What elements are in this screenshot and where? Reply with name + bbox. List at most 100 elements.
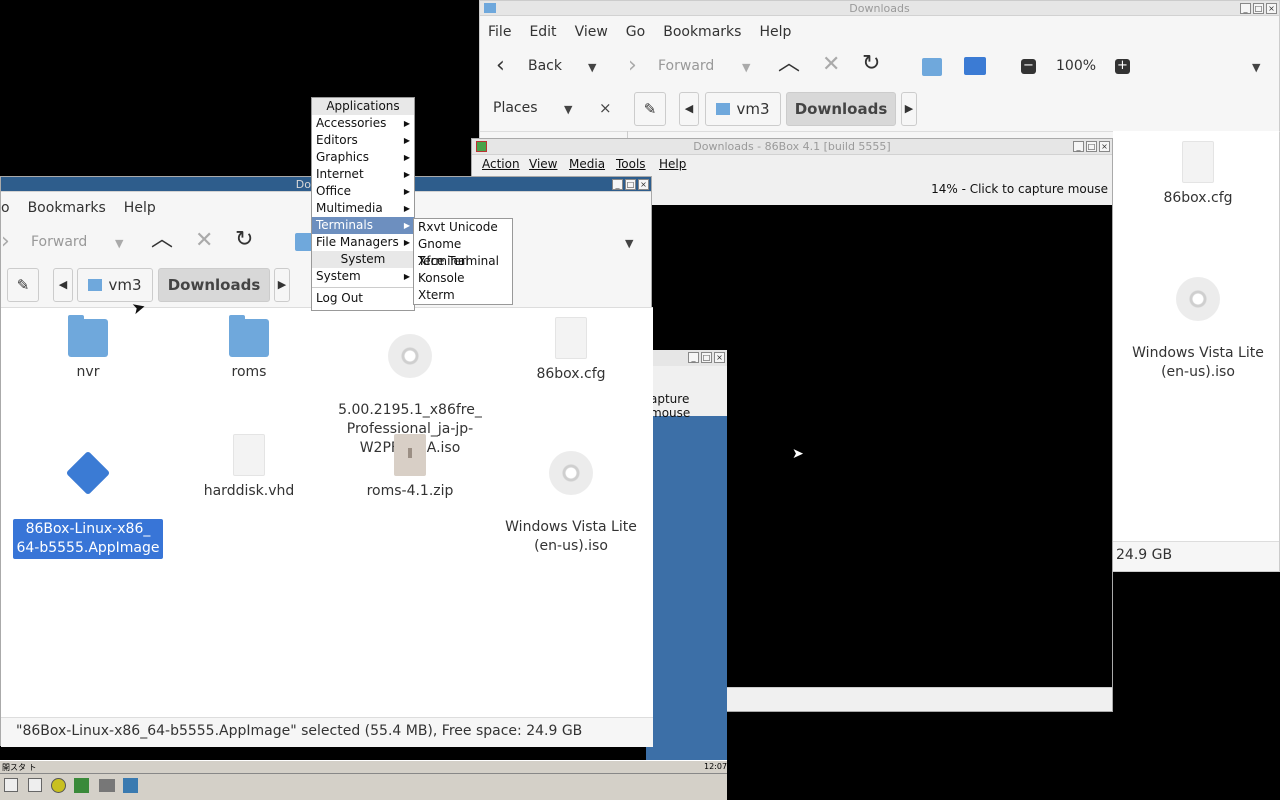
menu-item-editors[interactable]: Editors ▶	[312, 132, 414, 149]
floppy-drive-icon[interactable]	[4, 778, 18, 792]
menu-item-file-managers[interactable]: File Managers ▶	[312, 234, 414, 251]
folder-item[interactable]: roms	[174, 315, 324, 382]
menu-go[interactable]: Go	[626, 24, 645, 40]
file-item[interactable]: 86box.cfg	[1123, 141, 1273, 208]
back-history-dropdown-icon[interactable]: ▼	[588, 61, 596, 74]
zoom-out-icon[interactable]: −	[1021, 59, 1036, 74]
menu-help[interactable]: Help	[659, 157, 686, 171]
menu-item-terminals[interactable]: Terminals ▶	[312, 217, 414, 234]
path-downloads[interactable]: Downloads	[786, 92, 896, 126]
menu-view[interactable]: View	[575, 24, 608, 40]
menu-action[interactable]: Action	[482, 157, 520, 171]
guest-emulator-window[interactable]: _ □ × apture mouse	[646, 350, 727, 800]
back-window-titlebar[interactable]: Downloads _ □ ×	[480, 1, 1279, 16]
menu-item-log-out[interactable]: Log Out	[312, 290, 414, 307]
menu-item-gnome-terminal[interactable]: Gnome Terminal	[414, 236, 512, 268]
close-button[interactable]: ×	[1099, 141, 1110, 152]
forward-arrow-icon[interactable]: ›	[1, 231, 10, 253]
disc-image-icon	[1176, 277, 1220, 321]
file-item[interactable]: roms-4.1.zip	[335, 434, 485, 501]
maximize-button[interactable]: □	[701, 352, 712, 363]
forward-button[interactable]: Forward	[31, 234, 87, 250]
floppy-drive-icon[interactable]	[28, 778, 42, 792]
folder-item[interactable]: nvr	[13, 315, 163, 382]
network-icon[interactable]	[74, 778, 89, 793]
capture-mouse-status: 14% - Click to capture mouse	[931, 182, 1108, 196]
minimize-button[interactable]: _	[688, 352, 699, 363]
menu-edit[interactable]: Edit	[529, 24, 556, 40]
menu-item-internet[interactable]: Internet ▶	[312, 166, 414, 183]
stop-icon[interactable]: ✕	[195, 230, 213, 252]
edit-location-icon[interactable]: ✎	[7, 268, 39, 302]
back-button[interactable]: Back	[528, 58, 562, 74]
maximize-button[interactable]: □	[1086, 141, 1097, 152]
menu-file[interactable]: File	[488, 24, 511, 40]
edit-location-icon[interactable]: ✎	[634, 92, 666, 126]
terminals-submenu[interactable]: Rxvt Unicode Gnome Terminal Xfce Termina…	[413, 218, 513, 305]
menu-item-rxvt-unicode[interactable]: Rxvt Unicode	[414, 219, 512, 236]
minimize-button[interactable]: _	[612, 179, 623, 190]
menu-item-multimedia[interactable]: Multimedia ▶	[312, 200, 414, 217]
menu-item-xfce-terminal[interactable]: Xfce Terminal	[414, 253, 512, 270]
start-button[interactable]: 開スタ ト	[2, 762, 37, 773]
path-right-arrow[interactable]: ▶	[274, 268, 290, 302]
applications-menu-header: Applications	[312, 98, 414, 115]
up-icon[interactable]: ︿	[151, 229, 173, 251]
guest-taskbar: 開スタ ト 12:07	[0, 760, 727, 800]
reload-icon[interactable]: ↻	[235, 229, 253, 251]
back-arrow-icon[interactable]: ‹	[496, 55, 505, 77]
menu-item-accessories[interactable]: Accessories ▶	[312, 115, 414, 132]
path-right-arrow[interactable]: ▶	[901, 92, 917, 126]
forward-history-dropdown-icon[interactable]: ▼	[742, 61, 750, 74]
back-menubar: File Edit View Go Bookmarks Help	[488, 24, 809, 40]
forward-arrow-icon[interactable]: ›	[628, 55, 637, 77]
file-item[interactable]: harddisk.vhd	[174, 434, 324, 501]
reload-icon[interactable]: ↻	[862, 53, 880, 75]
minimize-button[interactable]: _	[1073, 141, 1084, 152]
file-item[interactable]: Windows Vista Lite (en-us).iso	[496, 432, 646, 575]
view-menu-dropdown-icon[interactable]: ▼	[1252, 61, 1260, 74]
menu-help[interactable]: Help	[759, 24, 791, 40]
path-left-arrow[interactable]: ◀	[679, 92, 699, 126]
close-button[interactable]: ×	[714, 352, 725, 363]
sound-icon[interactable]	[123, 778, 138, 793]
86box-titlebar[interactable]: Downloads - 86Box 4.1 [build 5555] _ □ ×	[472, 139, 1112, 155]
menu-item-graphics[interactable]: Graphics ▶	[312, 149, 414, 166]
minimize-button[interactable]: _	[1240, 3, 1251, 14]
places-label[interactable]: Places	[493, 100, 538, 116]
computer-icon[interactable]	[964, 57, 986, 75]
menu-item-office[interactable]: Office ▶	[312, 183, 414, 200]
forward-history-dropdown-icon[interactable]: ▼	[115, 237, 123, 250]
file-item-selected[interactable]: 86Box-Linux-x86_ 64-b5555.AppImage	[13, 433, 163, 559]
view-menu-dropdown-icon[interactable]: ▼	[625, 237, 633, 250]
menu-item-konsole[interactable]: Konsole	[414, 270, 512, 287]
forward-button[interactable]: Forward	[658, 58, 714, 74]
menu-media[interactable]: Media	[569, 157, 605, 171]
menu-item-xterm[interactable]: Xterm	[414, 287, 512, 304]
close-sidebar-icon[interactable]: ×	[599, 99, 612, 117]
zoom-in-icon[interactable]: +	[1115, 59, 1130, 74]
places-dropdown-icon[interactable]: ▼	[564, 103, 572, 116]
up-icon[interactable]: ︿	[778, 53, 800, 75]
menu-go[interactable]: o	[1, 200, 10, 216]
file-item[interactable]: 86box.cfg	[496, 317, 646, 384]
menu-item-system[interactable]: System ▶	[312, 268, 414, 285]
file-item[interactable]: Windows Vista Lite (en-us).iso	[1123, 258, 1273, 401]
menu-bookmarks[interactable]: Bookmarks	[663, 24, 741, 40]
close-button[interactable]: ×	[638, 179, 649, 190]
path-downloads[interactable]: Downloads	[158, 268, 270, 302]
maximize-button[interactable]: □	[625, 179, 636, 190]
applications-menu[interactable]: Applications Accessories ▶ Editors ▶ Graph…	[311, 97, 415, 311]
stop-icon[interactable]: ✕	[822, 54, 840, 76]
cdrom-drive-icon[interactable]	[51, 778, 66, 793]
maximize-button[interactable]: □	[1253, 3, 1264, 14]
menu-help[interactable]: Help	[124, 200, 156, 216]
home-folder-icon[interactable]	[922, 58, 942, 76]
path-left-arrow[interactable]: ◀	[53, 268, 73, 302]
menu-bookmarks[interactable]: Bookmarks	[28, 200, 106, 216]
menu-view[interactable]: View	[529, 157, 557, 171]
menu-tools[interactable]: Tools	[616, 157, 646, 171]
path-vm3[interactable]: vm3	[705, 92, 781, 126]
hard-disk-icon[interactable]	[99, 779, 115, 792]
close-button[interactable]: ×	[1266, 3, 1277, 14]
